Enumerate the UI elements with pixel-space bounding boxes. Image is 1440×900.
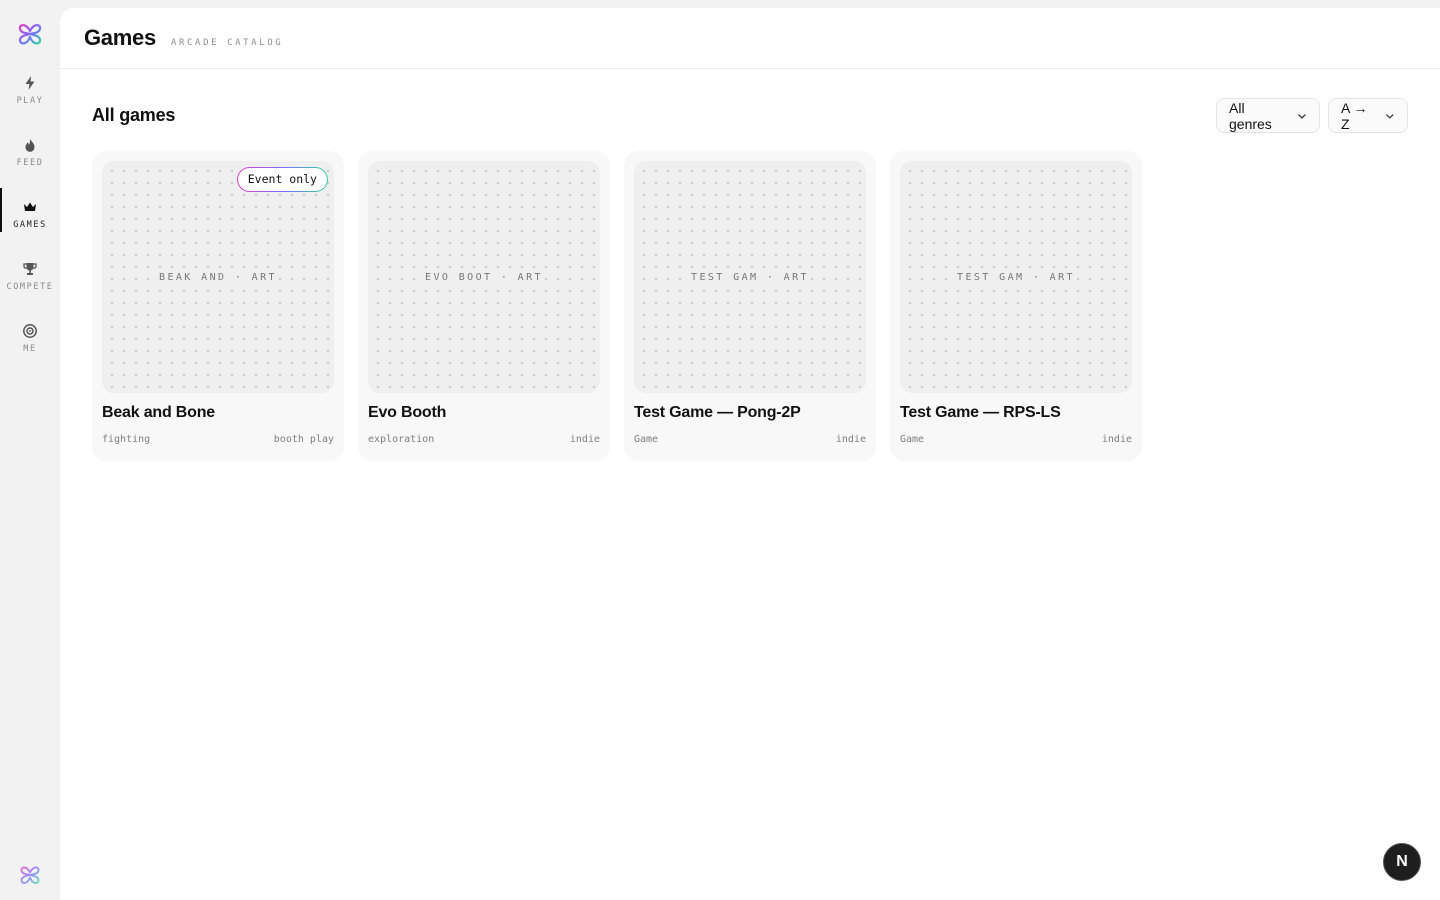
sidebar-item-label: ME bbox=[23, 344, 37, 354]
sort-value: A → Z bbox=[1341, 99, 1368, 132]
nextjs-dev-indicator-button[interactable]: N bbox=[1383, 843, 1421, 881]
flame-icon bbox=[25, 138, 35, 152]
sidebar-item-label: GAMES bbox=[13, 220, 47, 230]
page-title: Games bbox=[84, 25, 156, 50]
game-art-placeholder: TEST GAM · ART bbox=[900, 161, 1132, 393]
lightning-icon bbox=[25, 76, 35, 90]
game-card-beak-and-bone[interactable]: BEAK AND · ART Event only Beak and Bone … bbox=[92, 151, 344, 461]
page-subtitle: ARCADE CATALOG bbox=[171, 38, 284, 48]
game-tag: indie bbox=[569, 434, 600, 445]
game-genre: fighting bbox=[102, 434, 151, 445]
game-art-placeholder: TEST GAM · ART bbox=[634, 161, 866, 393]
genre-filter-select[interactable]: All genres bbox=[1216, 98, 1320, 133]
game-genre: Game bbox=[900, 434, 925, 445]
main-panel: Games ARCADE CATALOG All games All genre… bbox=[60, 8, 1440, 900]
sidebar-item-play[interactable]: PLAY bbox=[0, 73, 60, 117]
sidebar-item-label: PLAY bbox=[16, 96, 44, 106]
trophy-icon bbox=[23, 263, 37, 275]
game-tag: booth play bbox=[273, 434, 334, 445]
sidebar: PLAY FEED GAMES COMPETE ME bbox=[0, 0, 60, 900]
sidebar-item-feed[interactable]: FEED bbox=[0, 135, 60, 179]
game-art-label: BEAK AND · ART bbox=[157, 271, 279, 283]
game-card-rps-ls[interactable]: TEST GAM · ART Test Game — RPS-LS Game i… bbox=[890, 151, 1142, 461]
target-icon bbox=[23, 324, 37, 338]
genre-filter-value: All genres bbox=[1229, 99, 1272, 132]
game-genre: Game bbox=[634, 434, 659, 445]
game-tag: indie bbox=[1101, 434, 1132, 445]
logo-icon[interactable] bbox=[17, 21, 43, 47]
page-header: Games ARCADE CATALOG bbox=[60, 8, 1440, 69]
crown-icon bbox=[24, 202, 36, 211]
event-only-badge: Event only bbox=[237, 167, 328, 192]
sidebar-item-label: COMPETE bbox=[6, 282, 54, 292]
sort-select[interactable]: A → Z bbox=[1328, 98, 1408, 133]
section-title: All games bbox=[92, 105, 176, 125]
game-genre: exploration bbox=[368, 434, 435, 445]
game-title: Test Game — Pong-2P bbox=[634, 404, 801, 421]
sidebar-item-compete[interactable]: COMPETE bbox=[0, 259, 60, 303]
sidebar-item-label: FEED bbox=[16, 158, 44, 168]
game-art-label: TEST GAM · ART bbox=[689, 271, 811, 283]
game-art-placeholder: EVO BOOT · ART bbox=[368, 161, 600, 393]
game-art-label: TEST GAM · ART bbox=[955, 271, 1077, 283]
game-card-evo-booth[interactable]: EVO BOOT · ART Evo Booth exploration ind… bbox=[358, 151, 610, 461]
chevron-down-icon bbox=[1386, 113, 1395, 119]
game-title: Test Game — RPS-LS bbox=[900, 404, 1061, 421]
sidebar-item-me[interactable]: ME bbox=[0, 321, 60, 365]
game-art-placeholder: BEAK AND · ART bbox=[102, 161, 334, 393]
sidebar-item-games[interactable]: GAMES bbox=[0, 188, 60, 241]
game-card-pong-2p[interactable]: TEST GAM · ART Test Game — Pong-2P Game … bbox=[624, 151, 876, 461]
game-title: Evo Booth bbox=[368, 404, 447, 421]
logo-icon bbox=[20, 866, 40, 884]
game-art-label: EVO BOOT · ART bbox=[423, 271, 545, 283]
chevron-down-icon bbox=[1298, 113, 1306, 119]
game-tag: indie bbox=[835, 434, 866, 445]
game-title: Beak and Bone bbox=[102, 404, 215, 421]
